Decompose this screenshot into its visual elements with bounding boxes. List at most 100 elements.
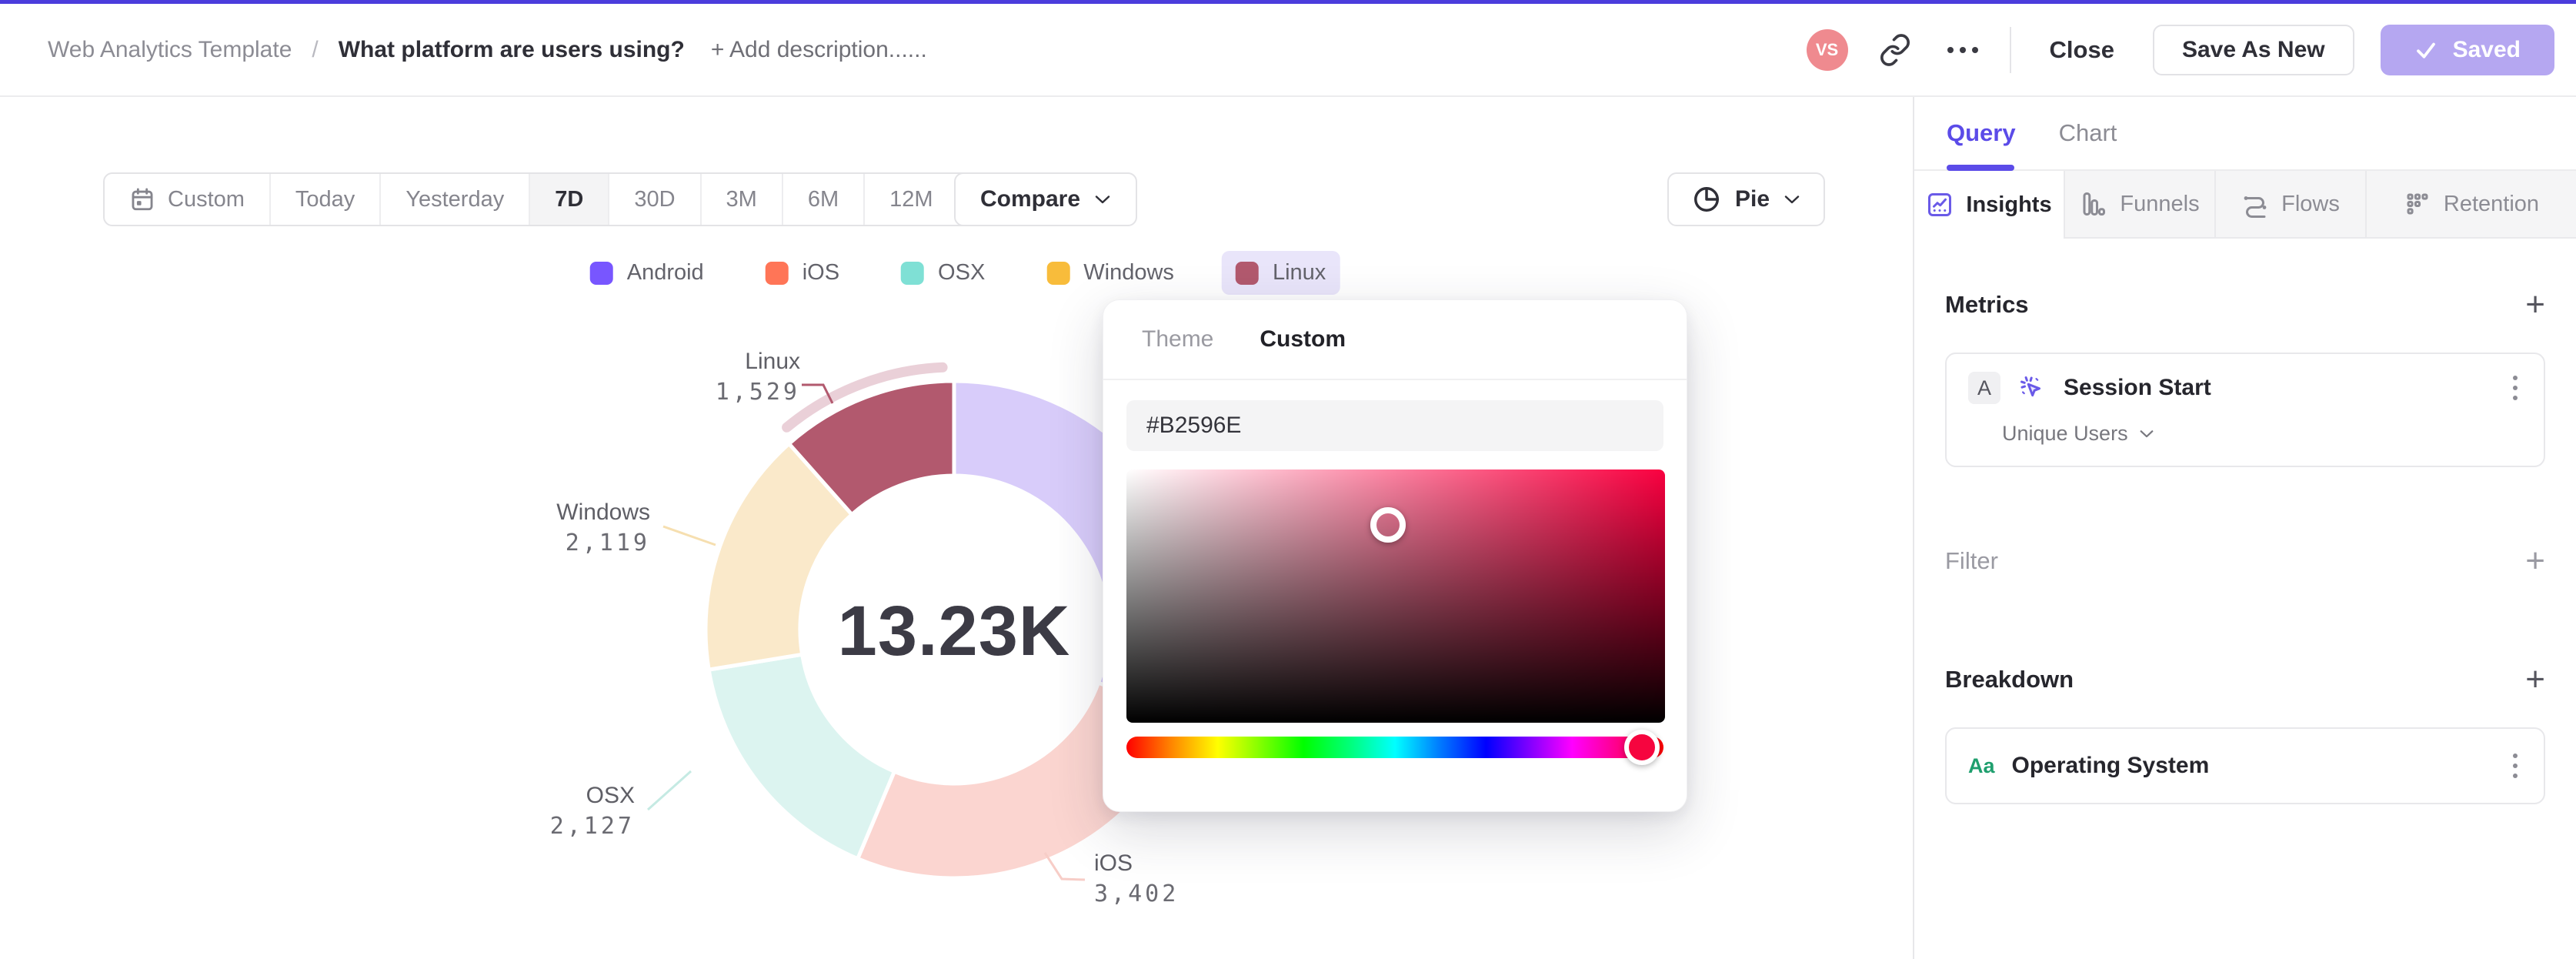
tab-retention[interactable]: Retention — [2367, 171, 2576, 239]
analysis-type-tabs: Insights Funnels Flows Retention — [1914, 171, 2576, 239]
header-actions: VS Close Save As New Saved — [1806, 4, 2554, 95]
tab-label: Flows — [2281, 191, 2340, 216]
chevron-down-icon — [1784, 195, 1800, 204]
saved-button-label: Saved — [2452, 36, 2521, 62]
donut-total-value: 13.23K — [837, 592, 1071, 670]
date-range-label: Custom — [168, 186, 245, 212]
add-breakdown-button[interactable]: + — [2525, 663, 2545, 697]
link-icon — [1880, 33, 1910, 66]
legend-item-linux[interactable]: Linux — [1221, 251, 1340, 295]
legend-item-ios[interactable]: iOS — [752, 251, 853, 295]
tab-label: Retention — [2443, 191, 2540, 216]
color-picker-tabs: Theme Custom — [1103, 300, 1687, 380]
breakdown-property-name: Operating System — [2011, 753, 2210, 778]
date-range-selector: Custom Today Yesterday 7D 30D 3M 6M 12M … — [103, 172, 1084, 226]
tab-insights[interactable]: Insights — [1914, 171, 2065, 239]
app-root: Web Analytics Template / What platform a… — [0, 0, 2576, 959]
date-range-custom[interactable]: Custom — [105, 174, 269, 225]
breadcrumb: Web Analytics Template / What platform a… — [0, 37, 927, 63]
pie-slice-osx[interactable] — [706, 652, 896, 861]
date-range-12m[interactable]: 12M — [863, 174, 957, 225]
close-button[interactable]: Close — [2037, 36, 2127, 64]
aggregation-label: Unique Users — [2002, 422, 2128, 445]
date-range-3m[interactable]: 3M — [699, 174, 782, 225]
saved-button[interactable]: Saved — [2380, 24, 2554, 75]
insights-icon — [1928, 193, 1952, 216]
breakdown-menu-button[interactable] — [2508, 749, 2522, 783]
add-metric-button[interactable]: + — [2525, 288, 2545, 322]
legend-swatch — [589, 261, 613, 285]
breakdown-section-header: Breakdown + — [1945, 663, 2545, 697]
metric-name: Session Start — [2064, 375, 2211, 400]
tab-funnels[interactable]: Funnels — [2065, 171, 2216, 239]
chart-type-button[interactable]: Pie — [1667, 172, 1826, 226]
compare-button[interactable]: Compare — [954, 172, 1138, 226]
tab-label: Funnels — [2120, 191, 2200, 216]
slice-label-value: 3,402 — [1094, 880, 1180, 907]
report-title[interactable]: What platform are users using? — [339, 37, 685, 63]
add-filter-button[interactable]: + — [2525, 544, 2545, 578]
legend-label: Android — [626, 260, 704, 285]
date-range-today[interactable]: Today — [269, 174, 379, 225]
flows-icon — [2244, 196, 2267, 218]
chart-type-label: Pie — [1735, 186, 1770, 212]
tab-flows[interactable]: Flows — [2216, 171, 2367, 239]
legend-item-windows[interactable]: Windows — [1033, 251, 1188, 295]
legend-label: Linux — [1272, 260, 1326, 285]
tab-query[interactable]: Query — [1947, 119, 2016, 147]
slice-label-value: 2,127 — [549, 813, 635, 840]
funnels-icon — [2083, 192, 2106, 216]
color-picker-popup: Theme Custom #B2596E — [1103, 299, 1687, 812]
legend-label: Windows — [1083, 260, 1174, 285]
tab-chart[interactable]: Chart — [2059, 119, 2117, 147]
add-description-button[interactable]: + Add description...... — [711, 37, 927, 63]
legend-swatch — [765, 261, 789, 285]
hue-slider-thumb[interactable] — [1624, 730, 1660, 765]
active-tab-underline — [1947, 165, 2014, 171]
slice-label-name: Linux — [745, 349, 800, 374]
metric-aggregation-dropdown[interactable]: Unique Users — [2002, 422, 2522, 446]
date-range-yesterday[interactable]: Yesterday — [379, 174, 529, 225]
tab-theme[interactable]: Theme — [1142, 326, 1213, 353]
slice-label-ios: iOS 3,402 — [1094, 850, 1263, 908]
tab-custom[interactable]: Custom — [1260, 326, 1346, 353]
breakdown-card[interactable]: Aa Operating System — [1945, 727, 2545, 804]
date-range-7d[interactable]: 7D — [529, 174, 609, 225]
legend-label: iOS — [802, 260, 840, 285]
event-spark-icon — [2020, 376, 2041, 397]
header: Web Analytics Template / What platform a… — [0, 4, 2576, 97]
saturation-value-panel[interactable] — [1126, 469, 1665, 723]
tab-label: Insights — [1966, 192, 2052, 217]
save-as-new-button[interactable]: Save As New — [2152, 24, 2354, 75]
sidebar-tabs: Query Chart — [1914, 97, 2576, 171]
breadcrumb-root[interactable]: Web Analytics Template — [48, 37, 292, 63]
property-type-badge: Aa — [1968, 754, 1995, 777]
slice-label-linux: Linux 1,529 — [677, 348, 800, 406]
avatar[interactable]: VS — [1806, 28, 1848, 71]
metrics-heading: Metrics — [1945, 291, 2029, 318]
legend-label: OSX — [938, 260, 986, 285]
legend-item-android[interactable]: Android — [576, 251, 718, 295]
breadcrumb-separator: / — [312, 36, 319, 62]
slice-label-value: 1,529 — [715, 379, 800, 406]
date-range-6m[interactable]: 6M — [781, 174, 863, 225]
ellipsis-icon — [1947, 46, 1978, 53]
pie-chart-icon — [1694, 187, 1719, 212]
legend-item-osx[interactable]: OSX — [887, 251, 999, 295]
saturation-cursor[interactable] — [1370, 507, 1406, 543]
header-divider — [2009, 26, 2011, 73]
filter-section-header: Filter + — [1945, 544, 2545, 578]
hue-slider[interactable] — [1126, 730, 1663, 765]
slice-label-name: OSX — [586, 783, 635, 808]
more-options-button[interactable] — [1942, 29, 1984, 71]
metric-menu-button[interactable] — [2508, 371, 2522, 405]
hex-color-input[interactable]: #B2596E — [1126, 400, 1663, 451]
slice-label-value: 2,119 — [565, 530, 650, 556]
share-link-button[interactable] — [1874, 29, 1916, 71]
slice-label-name: Windows — [556, 500, 650, 525]
chevron-down-icon — [1095, 195, 1110, 204]
calendar-icon — [132, 188, 153, 211]
metrics-section-header: Metrics + — [1945, 288, 2545, 322]
date-range-30d[interactable]: 30D — [608, 174, 699, 225]
metric-card[interactable]: A Session Start Unique Users — [1945, 353, 2545, 467]
